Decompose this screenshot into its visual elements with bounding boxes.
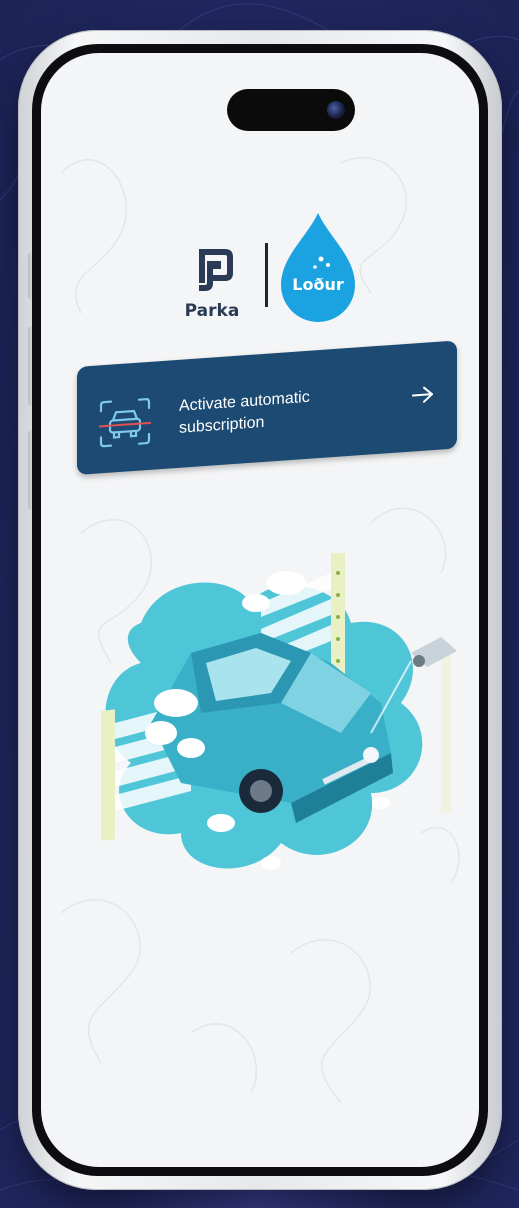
- water-drop-icon: [281, 213, 355, 322]
- dynamic-island: [227, 89, 355, 131]
- lodur-name: Loður: [292, 275, 344, 294]
- activate-subscription-label: Activate automatic subscription: [179, 388, 310, 437]
- parka-logo-mark-icon: [199, 249, 233, 291]
- logo-divider: [265, 243, 268, 307]
- parka-name: Parka: [184, 301, 240, 321]
- car-scan-icon: [99, 398, 151, 448]
- arrow-right-icon: [412, 386, 433, 403]
- lodur-logo: Loður: [277, 213, 359, 323]
- phone-bezel: Parka Loður Activate automatic subscript…: [32, 44, 488, 1176]
- phone-frame: Parka Loður Activate automatic subscript…: [18, 30, 502, 1190]
- logo-row: Parka Loður: [41, 213, 479, 333]
- parka-logo: Parka: [177, 243, 247, 333]
- front-camera-icon: [327, 101, 345, 119]
- app-screen: Parka Loður Activate automatic subscript…: [41, 53, 479, 1167]
- car-wash-illustration: [101, 553, 457, 870]
